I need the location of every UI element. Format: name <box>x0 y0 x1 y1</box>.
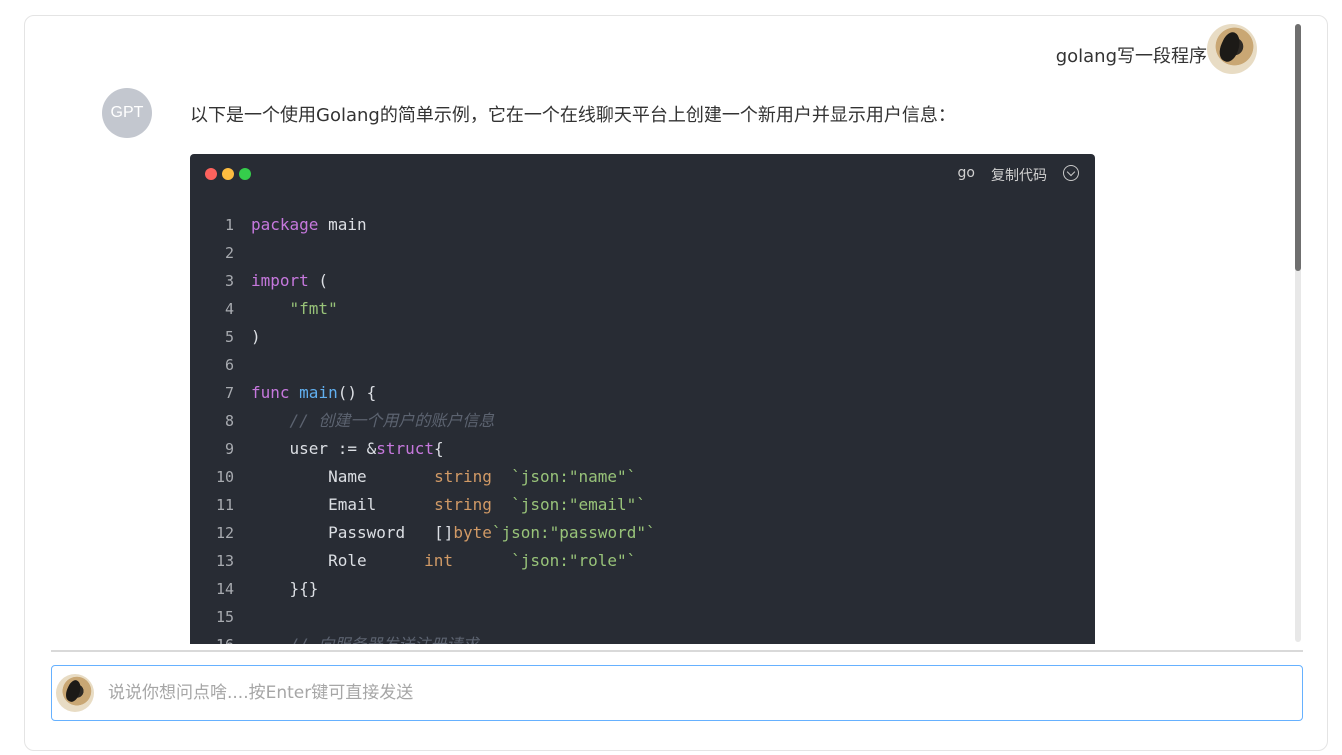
code-token: Role <box>328 551 367 570</box>
code-line: 9 user := &struct{ <box>190 435 1095 463</box>
chat-scrollbar-thumb[interactable] <box>1295 24 1301 271</box>
code-header: go 复制代码 <box>190 154 1095 194</box>
code-line: 11 Email string `json:"email"` <box>190 491 1095 519</box>
code-line: 3 import ( <box>190 267 1095 295</box>
code-line: 14 }{} <box>190 575 1095 603</box>
user-message: golang写一段程序 <box>1056 42 1219 68</box>
code-line: 13 Role int `json:"role"` <box>190 547 1095 575</box>
line-number: 5 <box>224 328 234 346</box>
line-number: 14 <box>215 580 234 598</box>
line-number: 8 <box>224 412 234 430</box>
code-line: 10 Name string `json:"name"` <box>190 463 1095 491</box>
code-line: 15 <box>190 603 1095 631</box>
code-line: 16 // 向服务器发送注册请求 <box>190 631 1095 644</box>
code-token: byte <box>453 523 492 542</box>
code-token: main <box>318 215 367 234</box>
line-number: 1 <box>224 216 234 234</box>
window-dot-red-icon <box>205 168 217 180</box>
chat-panel: golang写一段程序 GPT 以下是一个使用Golang的简单示例，它在一个在… <box>24 15 1328 751</box>
line-number: 13 <box>215 552 234 570</box>
user-message-text: golang写一段程序 <box>1055 46 1207 67</box>
chevron-down-circle-icon[interactable] <box>1063 165 1079 181</box>
message-input-box[interactable] <box>51 665 1303 721</box>
line-number: 10 <box>215 468 234 486</box>
code-token: user := & <box>289 439 377 458</box>
code-line: 4 "fmt" <box>190 295 1095 323</box>
code-token: int <box>424 551 453 570</box>
code-token: `json:"email"` <box>511 495 646 514</box>
line-number: 6 <box>224 356 234 374</box>
code-token: [] <box>434 523 454 542</box>
line-number: 16 <box>190 631 251 644</box>
code-token: Email <box>328 495 377 514</box>
user-avatar <box>1207 24 1257 74</box>
window-dot-green-icon <box>239 168 251 180</box>
line-number: 4 <box>224 300 234 318</box>
code-line: 6 <box>190 351 1095 379</box>
code-token: () { <box>337 383 377 402</box>
gpt-intro-text: 以下是一个使用Golang的简单示例，它在一个在线聊天平台上创建一个新用户并显示… <box>190 105 956 126</box>
window-dot-yellow-icon <box>222 168 234 180</box>
gpt-avatar: GPT <box>102 88 152 138</box>
code-line: 2 <box>190 239 1095 267</box>
message-input[interactable] <box>106 682 1302 704</box>
code-body: 1 package main 2 3 import ( 4 "fmt" 5 ) <box>190 211 1095 644</box>
code-token: package <box>251 215 319 234</box>
chat-message-area: golang写一段程序 GPT 以下是一个使用Golang的简单示例，它在一个在… <box>25 16 1327 644</box>
code-token: string <box>434 495 492 514</box>
code-line: 12 Password []byte`json:"password"` <box>190 519 1095 547</box>
code-token: // 创建一个用户的账户信息 <box>289 411 495 430</box>
code-token: func <box>251 383 290 402</box>
code-token: import <box>251 271 309 290</box>
line-number: 7 <box>224 384 234 402</box>
code-token: `json:"role"` <box>511 551 637 570</box>
line-number: 11 <box>215 496 234 514</box>
line-number: 12 <box>215 524 234 542</box>
code-line: 5 ) <box>190 323 1095 351</box>
code-token: `json:"password"` <box>491 523 656 542</box>
input-user-avatar <box>56 674 94 712</box>
code-block: go 复制代码 1 package main 2 3 import ( 4 "f… <box>190 154 1095 644</box>
code-token: { <box>434 439 444 458</box>
code-token: struct <box>376 439 435 458</box>
line-number: 3 <box>224 272 234 290</box>
code-token: // 向服务器发送注册请求 <box>290 635 479 644</box>
code-token: ( <box>308 271 329 290</box>
code-token: }{} <box>289 579 319 598</box>
copy-code-button[interactable]: 复制代码 <box>991 165 1047 185</box>
code-token: string <box>434 467 492 486</box>
code-language-label: go <box>957 165 975 181</box>
code-token: ) <box>251 327 261 346</box>
code-token: Name <box>328 467 367 486</box>
code-token: `json:"name"` <box>511 467 637 486</box>
input-divider <box>51 650 1303 652</box>
code-line: 8 // 创建一个用户的账户信息 <box>190 407 1095 435</box>
chat-scrollbar[interactable] <box>1295 24 1301 642</box>
code-line: 7 func main() { <box>190 379 1095 407</box>
code-token: main <box>299 383 338 402</box>
code-line: 1 package main <box>190 211 1095 239</box>
code-token: "fmt" <box>289 299 338 318</box>
line-number: 9 <box>224 440 234 458</box>
line-number: 2 <box>224 244 234 262</box>
line-number: 15 <box>215 608 234 626</box>
code-token: Password <box>328 523 406 542</box>
